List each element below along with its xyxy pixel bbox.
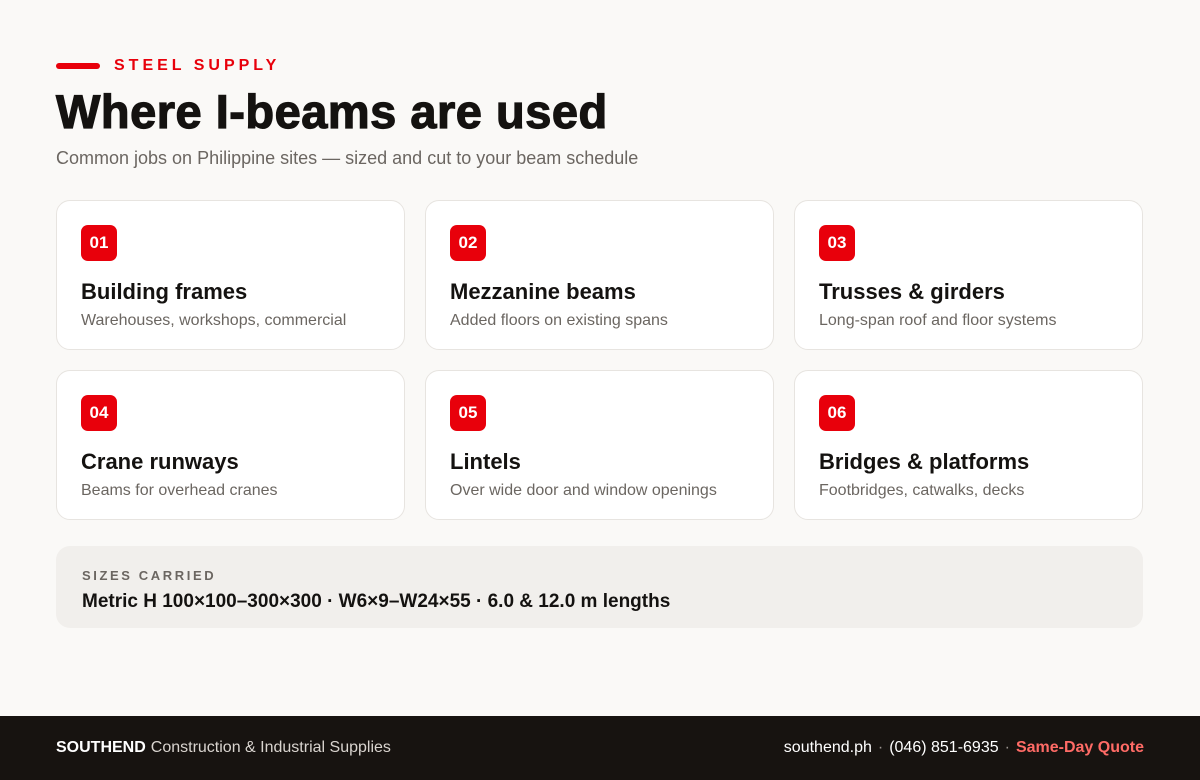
card-title: Building frames [81,279,248,304]
sizes-carried-panel: SIZES CARRIED Metric H 100×100–300×300 ·… [56,546,1143,628]
card-title: Trusses & girders [819,279,1005,304]
use-case-card: 05 Lintels Over wide door and window ope… [425,370,774,520]
card-number-badge: 01 [81,225,117,261]
separator: · [877,739,884,756]
use-case-card: 02 Mezzanine beams Added floors on exist… [425,200,774,350]
same-day-quote-link[interactable]: Same-Day Quote [1016,739,1144,757]
card-description: Over wide door and window openings [450,482,717,499]
card-title: Lintels [450,449,521,474]
use-case-grid: 01 Building frames Warehouses, workshops… [56,200,1143,520]
card-title: Bridges & platforms [819,449,1030,474]
eyebrow-label: STEEL SUPPLY [114,57,281,74]
card-number-badge: 05 [450,395,486,431]
card-description: Added floors on existing spans [450,312,668,329]
brand-tagline: Construction & Industrial Supplies [150,739,391,756]
phone-number[interactable]: (046) 851-6935 [889,739,998,757]
card-number-badge: 04 [81,395,117,431]
card-description: Warehouses, workshops, commercial [81,312,347,329]
footer-contact: southend.ph · (046) 851-6935 · Same-Day … [784,739,1144,757]
brand-name: SOUTHEND [56,739,146,756]
eyebrow: STEEL SUPPLY [56,56,280,76]
use-case-card: 01 Building frames Warehouses, workshops… [56,200,405,350]
card-title: Mezzanine beams [450,279,636,304]
separator: · [1004,739,1010,756]
website-link[interactable]: southend.ph [784,739,872,757]
use-case-card: 06 Bridges & platforms Footbridges, catw… [794,370,1143,520]
page-title: Where I-beams are used [55,84,608,138]
use-case-card: 03 Trusses & girders Long-span roof and … [794,200,1143,350]
card-title: Crane runways [81,449,239,474]
card-number-badge: 02 [450,225,486,261]
use-case-card: 04 Crane runways Beams for overhead cran… [56,370,405,520]
page: STEEL SUPPLY Where I-beams are used Comm… [0,0,1200,780]
card-description: Footbridges, catwalks, decks [819,482,1025,499]
card-number-badge: 06 [819,395,855,431]
footer: SOUTHEND Construction & Industrial Suppl… [0,716,1200,780]
sizes-label: SIZES CARRIED [82,568,217,583]
card-number-badge: 03 [819,225,855,261]
footer-brand: SOUTHEND Construction & Industrial Suppl… [56,739,391,757]
page-subtitle: Common jobs on Philippine sites — sized … [56,148,639,168]
card-description: Beams for overhead cranes [81,482,278,499]
card-description: Long-span roof and floor systems [819,312,1057,329]
sizes-value: Metric H 100×100–300×300 · W6×9–W24×55 ·… [82,591,671,612]
eyebrow-accent-bar [56,63,100,69]
